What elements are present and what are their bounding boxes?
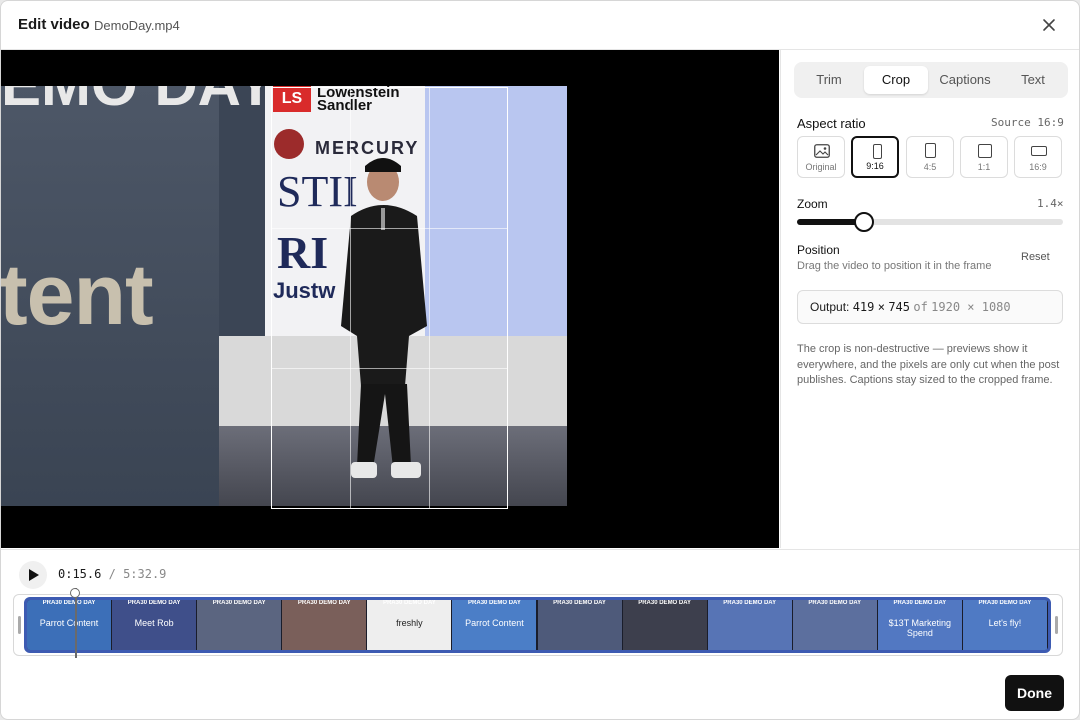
output-of: of bbox=[913, 300, 928, 314]
tab-crop[interactable]: Crop bbox=[864, 66, 928, 94]
timeline-frame-caption: PRA30 DEMO DAY bbox=[808, 600, 862, 606]
ratio-option-label: 4:5 bbox=[923, 162, 937, 172]
output-times: × bbox=[877, 300, 885, 314]
timeline-frame-caption: PRA30 DEMO DAY bbox=[468, 600, 521, 606]
ratio-option-4-5[interactable]: 4:5 bbox=[906, 136, 954, 178]
position-label: Position bbox=[797, 243, 840, 257]
playback-time: 0:15.6 / 5:32.9 bbox=[58, 567, 166, 581]
timeline-thumbnails[interactable]: PRA30 DEMO DAY Parrot Content PRA30 DEMO D… bbox=[24, 597, 1051, 653]
ratio-option-original[interactable]: Original bbox=[797, 136, 845, 178]
file-name: DemoDay.mp4 bbox=[94, 18, 180, 33]
editor-tabs: Trim Crop Captions Text bbox=[794, 62, 1068, 98]
play-button[interactable] bbox=[19, 561, 47, 589]
timeline-frame: PRA30 DEMO DAY bbox=[622, 600, 707, 650]
zoom-value: 1.4× bbox=[1037, 197, 1064, 210]
zoom-slider-knob[interactable] bbox=[853, 212, 874, 232]
timeline-frame-caption: PRA30 DEMO DAY bbox=[723, 600, 777, 606]
time-separator: / bbox=[108, 567, 116, 581]
backdrop-text: EMO DAY bbox=[1, 86, 276, 119]
timeline-frame: PRA30 DEMO DAY Parrot Content bbox=[452, 600, 537, 650]
timeline-frame-caption: PRA30 DEMO DAY bbox=[893, 600, 947, 606]
total-time: 5:32.9 bbox=[123, 567, 167, 581]
edit-video-modal: Edit video DemoDay.mp4 EMO DAY tent LS L… bbox=[0, 0, 1080, 720]
timeline-frame: PRA30 DEMO DAY bbox=[282, 600, 367, 650]
ratio-option-label: 9:16 bbox=[866, 161, 884, 171]
timeline-frame: PRA30 DEMO DAY freshly bbox=[367, 600, 452, 650]
timeline-frame-caption: PRA30 DEMO DAY bbox=[297, 600, 351, 606]
modal-title: Edit video bbox=[18, 16, 90, 33]
reset-button[interactable]: Reset bbox=[1021, 251, 1050, 263]
timeline-frame: PRA30 DEMO DAY bbox=[537, 600, 622, 650]
ratio-option-1-1[interactable]: 1:1 bbox=[960, 136, 1008, 178]
timeline-frame-caption: PRA30 DEMO DAY bbox=[382, 600, 436, 606]
timeline-frame-caption: PRA30 DEMO DAY bbox=[978, 600, 1032, 606]
crop-grid-line bbox=[350, 88, 352, 508]
trim-handle-start[interactable] bbox=[18, 616, 21, 634]
timeline-frame-caption: PRA30 DEMO DAY bbox=[42, 600, 96, 606]
timeline-frame-text: Parrot Content bbox=[39, 618, 99, 628]
timeline-area: 0:15.6 / 5:32.9 PRA30 DEMO DAY Parrot Con… bbox=[1, 549, 1079, 719]
timeline-frame: PRA30 DEMO DAY bbox=[197, 600, 282, 650]
crop-frame[interactable] bbox=[271, 87, 508, 509]
current-time: 0:15.6 bbox=[58, 567, 102, 581]
timeline-frame-caption: PRA30 DEMO DAY bbox=[212, 600, 266, 606]
backdrop-big-text: tent bbox=[1, 247, 154, 343]
ratio-option-16-9[interactable]: 16:9 bbox=[1014, 136, 1062, 178]
output-width: 419 bbox=[852, 300, 875, 314]
timeline-frame-caption: PRA30 DEMO DAY bbox=[638, 600, 692, 606]
crop-grid-line bbox=[272, 367, 507, 369]
done-button[interactable]: Done bbox=[1005, 675, 1064, 711]
timeline-frame: PRA30 DEMO DAY bbox=[707, 600, 792, 650]
timeline-frame-text: $13T Marketing Spend bbox=[888, 618, 952, 638]
ratio-option-label: 1:1 bbox=[977, 162, 991, 172]
landscape-icon bbox=[1031, 146, 1047, 156]
modal-header: Edit video DemoDay.mp4 bbox=[1, 1, 1079, 50]
tall-rect-icon bbox=[925, 143, 936, 158]
aspect-ratio-label: Aspect ratio bbox=[797, 116, 866, 131]
timeline-frame: PRA30 DEMO DAY Meet Rob bbox=[112, 600, 197, 650]
timeline-frame-text: Meet Rob bbox=[134, 618, 174, 628]
zoom-slider[interactable] bbox=[797, 212, 1063, 232]
ratio-option-9-16[interactable]: 9:16 bbox=[851, 136, 899, 178]
video-preview[interactable]: EMO DAY tent LS Lowenstein Sandler MERCU… bbox=[1, 50, 779, 548]
ratio-option-label: 16:9 bbox=[1029, 162, 1047, 172]
timeline-frame-text: Parrot Content bbox=[465, 618, 524, 628]
ratio-option-label: Original bbox=[805, 162, 837, 172]
crop-grid-line bbox=[428, 88, 430, 508]
position-hint: Drag the video to position it in the fra… bbox=[797, 260, 992, 272]
timeline-frame-caption: PRA30 DEMO DAY bbox=[553, 600, 606, 606]
output-size-field: Output: 419 × 745 of 1920 × 1080 bbox=[797, 290, 1063, 324]
timeline-frame-caption: PRA30 DEMO DAY bbox=[127, 600, 181, 606]
output-height: 745 bbox=[888, 300, 910, 314]
image-icon bbox=[814, 144, 830, 158]
crop-grid-line bbox=[272, 227, 507, 229]
play-icon bbox=[29, 569, 39, 581]
close-icon[interactable] bbox=[1037, 13, 1061, 37]
timeline-frame: PRA30 DEMO DAY $13T Marketing Spend bbox=[877, 600, 962, 650]
playhead-handle[interactable] bbox=[69, 588, 80, 598]
tab-text[interactable]: Text bbox=[1001, 66, 1065, 94]
timeline-frame-text: freshly bbox=[396, 618, 423, 628]
timeline-frame: PRA30 DEMO DAY Parrot Content bbox=[27, 600, 112, 650]
square-icon bbox=[978, 144, 992, 158]
trim-handle-end[interactable] bbox=[1055, 616, 1058, 634]
crop-note: The crop is non-destructive — previews s… bbox=[797, 343, 1060, 386]
source-ratio: Source 16:9 bbox=[991, 116, 1064, 129]
timeline-frame: PRA30 DEMO DAY Let's fly! bbox=[962, 600, 1047, 650]
output-prefix: Output: bbox=[810, 300, 850, 314]
output-source-size: 1920 × 1080 bbox=[931, 300, 1011, 314]
tab-trim[interactable]: Trim bbox=[797, 66, 861, 94]
portrait-icon bbox=[873, 144, 882, 159]
timeline-frame: PRA30 DEMO DAY bbox=[792, 600, 877, 650]
playhead[interactable] bbox=[69, 588, 80, 658]
tab-captions[interactable]: Captions bbox=[931, 66, 999, 94]
timeline-frame-text: Let's fly! bbox=[988, 618, 1022, 628]
zoom-label: Zoom bbox=[797, 197, 828, 211]
crop-panel: Trim Crop Captions Text Aspect ratio Sou… bbox=[780, 50, 1079, 548]
